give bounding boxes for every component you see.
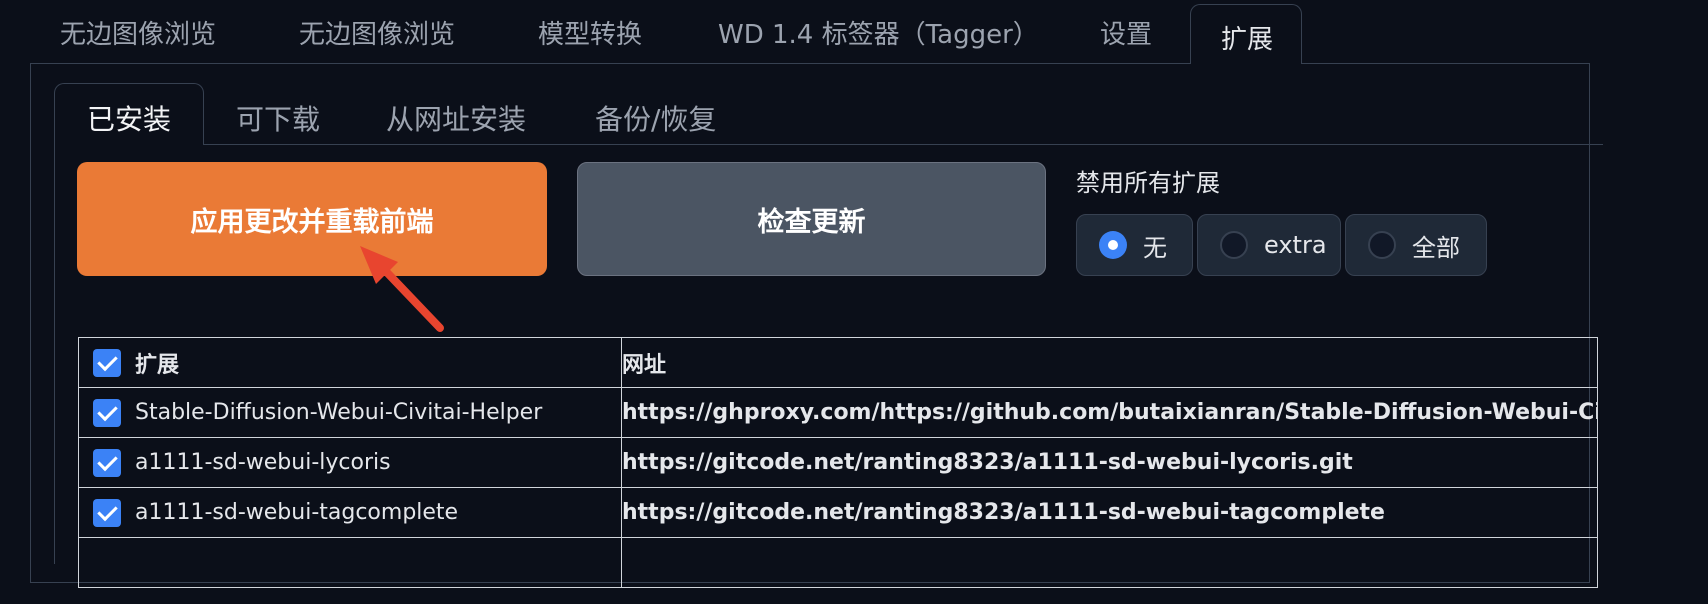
tab-installed[interactable]: 已安装	[54, 83, 204, 145]
sub-panel-border	[54, 144, 55, 564]
table-row: a1111-sd-webui-lycoris https://gitcode.n…	[78, 437, 1598, 488]
tab-image-browser-2[interactable]: 无边图像浏览	[299, 14, 455, 51]
table-row: Stable-Diffusion-Webui-Civitai-Helper ht…	[78, 387, 1598, 438]
sub-tab-divider	[203, 144, 1603, 145]
tab-settings[interactable]: 设置	[1100, 14, 1152, 51]
radio-unselected-indicator	[1368, 231, 1396, 259]
radio-extra[interactable]: extra	[1197, 214, 1341, 276]
extension-name: Stable-Diffusion-Webui-Civitai-Helper	[135, 400, 543, 425]
radio-extra-label: extra	[1264, 231, 1327, 259]
radio-unselected-indicator	[1220, 231, 1248, 259]
radio-all-label: 全部	[1412, 233, 1460, 262]
tab-image-browser-1[interactable]: 无边图像浏览	[60, 14, 216, 51]
extension-checkbox[interactable]	[93, 498, 121, 527]
select-all-checkbox[interactable]	[93, 348, 121, 377]
top-tab-bar: 无边图像浏览 无边图像浏览 模型转换 WD 1.4 标签器（Tagger） 设置…	[0, 0, 1568, 64]
extension-url[interactable]: https://gitcode.net/ranting8323/a1111-sd…	[621, 437, 1598, 488]
extension-name: a1111-sd-webui-lycoris	[135, 450, 391, 475]
radio-selected-indicator	[1099, 231, 1127, 259]
radio-all[interactable]: 全部	[1345, 214, 1487, 276]
extension-checkbox[interactable]	[93, 398, 121, 427]
extension-checkbox[interactable]	[93, 448, 121, 477]
extension-name: a1111-sd-webui-tagcomplete	[135, 500, 459, 525]
apply-and-reload-button[interactable]: 应用更改并重载前端	[77, 162, 547, 276]
extension-url[interactable]: https://ghproxy.com/https://github.com/b…	[621, 387, 1598, 438]
radio-none-label: 无	[1143, 233, 1167, 262]
tab-extensions[interactable]: 扩展	[1190, 4, 1303, 64]
table-header-row: 扩展 网址	[78, 337, 1598, 388]
extension-url[interactable]: https://gitcode.net/ranting8323/a1111-sd…	[621, 487, 1598, 538]
disable-extensions-label: 禁用所有扩展	[1076, 169, 1220, 197]
tab-available[interactable]: 可下载	[236, 98, 320, 138]
tab-install-from-url[interactable]: 从网址安装	[386, 98, 526, 138]
radio-none[interactable]: 无	[1076, 214, 1193, 276]
check-updates-button[interactable]: 检查更新	[577, 162, 1046, 276]
tab-wd-tagger[interactable]: WD 1.4 标签器（Tagger）	[718, 14, 1039, 51]
table-row	[78, 537, 1598, 588]
header-extension-label: 扩展	[135, 352, 180, 378]
tab-backup-restore[interactable]: 备份/恢复	[595, 98, 716, 138]
header-url: 网址	[621, 337, 1598, 388]
tab-model-convert[interactable]: 模型转换	[538, 14, 642, 51]
table-row: a1111-sd-webui-tagcomplete https://gitco…	[78, 487, 1598, 538]
header-extension: 扩展	[78, 337, 622, 388]
extensions-table: 扩展 网址 Stable-Diffusion-Webui-Civitai-Hel…	[78, 337, 1598, 588]
